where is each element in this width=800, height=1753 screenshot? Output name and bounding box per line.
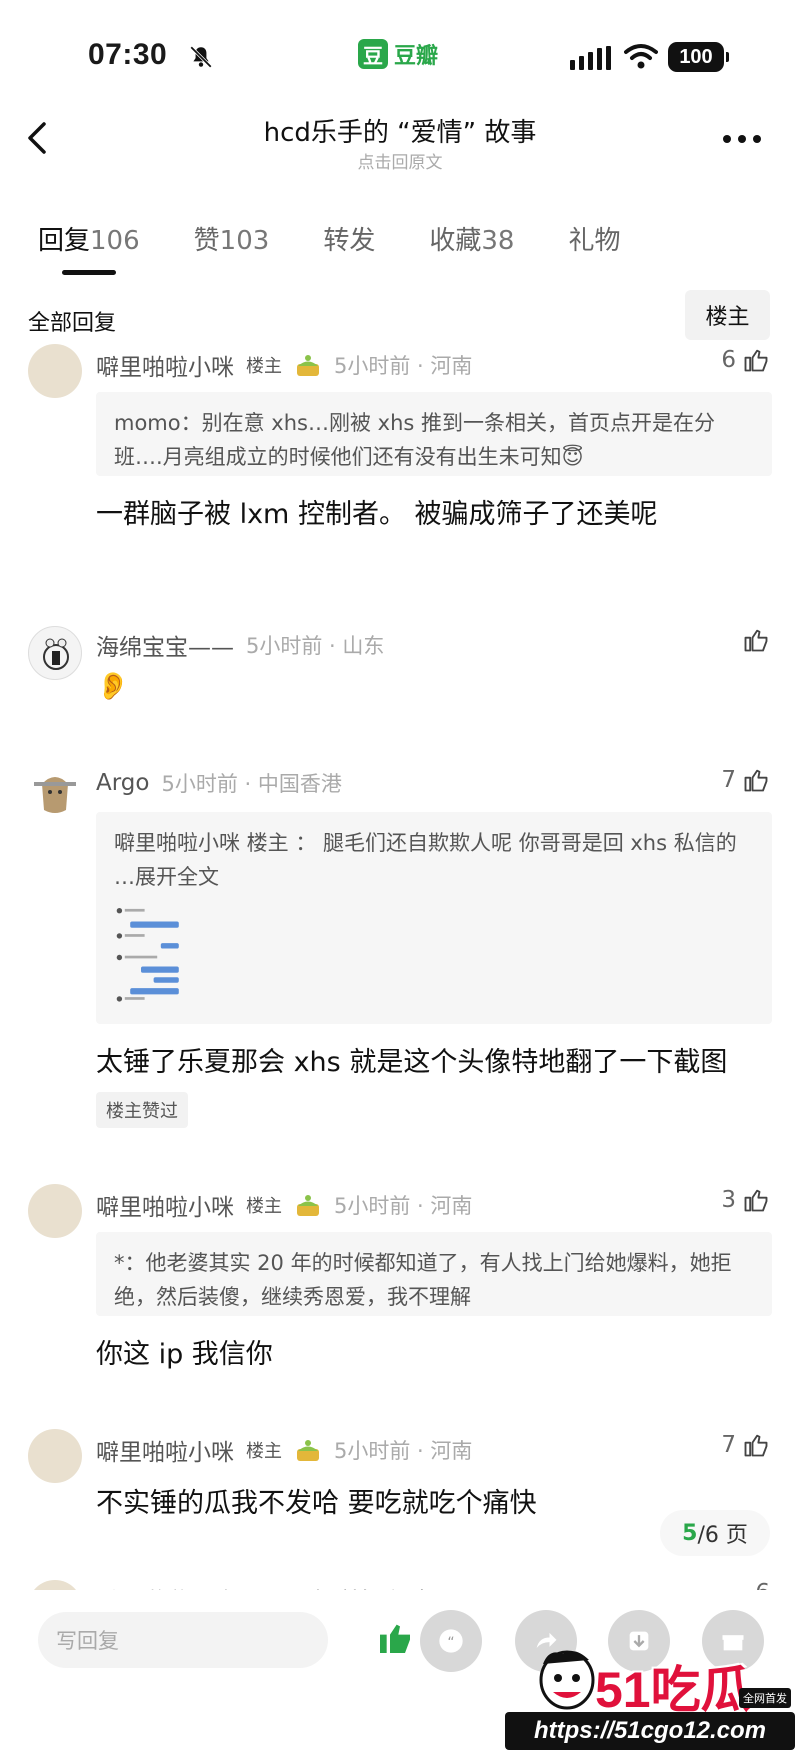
signal-icon	[570, 46, 611, 70]
quoted-reply[interactable]: *：他老婆其实 20 年的时候都知道了，有人找上门给她爆料，她拒绝，然后装傻，继…	[96, 1232, 772, 1316]
comment-author[interactable]: 噼里啪啦小咪	[96, 1188, 234, 1222]
status-bar: 07:30 豆 豆瓣 100	[0, 0, 800, 110]
owner-tag: 楼主	[246, 356, 282, 377]
like-count: 7	[721, 767, 736, 793]
page-title: hcd乐手的 “爱情” 故事	[263, 118, 537, 148]
comment-meta: 5小时前 · 河南	[334, 1194, 473, 1218]
owner-tag: 楼主	[246, 1441, 282, 1462]
avatar[interactable]	[28, 344, 82, 398]
comment-author[interactable]: 噼里啪啦小咪	[96, 1433, 234, 1467]
app-name: 豆瓣	[394, 44, 439, 69]
cake-badge-icon	[297, 1195, 319, 1216]
reply-input[interactable]: 写回复	[38, 1612, 328, 1668]
bell-muted-icon	[190, 46, 212, 68]
comment-text: 不实锤的瓜我不发哈 要吃就吃个痛快	[96, 1488, 537, 1519]
thumbs-up-icon	[744, 629, 768, 652]
tab-replies[interactable]: 回复106	[38, 220, 140, 257]
comment-text: 👂	[96, 671, 130, 702]
quoted-reply-text: 噼里啪啦小咪 楼主 ： 腿毛们还自欺欺人呢 你哥哥是回 xhs 私信的 …展开全…	[114, 831, 737, 889]
comment-text: 太锤了乐夏那会 xhs 就是这个头像特地翻了一下截图	[96, 1047, 728, 1078]
comment-item: Argo 5小时前 · 中国香港 7 噼里啪啦小咪 楼主 ： 腿毛们还自欺欺人呢…	[0, 760, 800, 1140]
owner-tag: 楼主	[246, 1196, 282, 1217]
tab-likes[interactable]: 赞103	[194, 220, 270, 257]
app-brand: 豆 豆瓣	[358, 38, 438, 70]
comment-text: 你这 ip 我信你	[96, 1339, 273, 1370]
more-icon[interactable]	[722, 134, 762, 144]
comment-item: 噼里啪啦小咪 楼主 5小时前 · 河南 6 momo：别在意 xhs…刚被 xh…	[0, 340, 800, 540]
avatar-image-icon	[34, 777, 76, 813]
comment-item: 海绵宝宝—— 5小时前 · 山东 👂	[0, 620, 800, 720]
comment-author[interactable]: 海绵宝宝——	[96, 628, 234, 662]
like-button[interactable]: 7	[721, 766, 770, 794]
tab-reposts[interactable]: 转发	[323, 220, 375, 257]
section-title: 全部回复	[28, 311, 117, 336]
tab-bar: 回复106 赞103 转发 收藏38 礼物	[38, 220, 620, 257]
tab-gifts[interactable]: 礼物	[568, 220, 620, 257]
like-count: 7	[721, 1432, 736, 1458]
thumbs-up-icon	[744, 349, 768, 372]
thumbs-up-icon[interactable]	[375, 1618, 415, 1658]
site-watermark: 51吃瓜 全网首发 https://51cgo12.com	[505, 1650, 795, 1753]
like-count: 3	[721, 1187, 736, 1213]
avatar[interactable]	[28, 1184, 82, 1238]
page-indicator[interactable]: 5/6 页	[660, 1510, 770, 1556]
comment-meta: 5小时前 · 河南	[334, 354, 473, 378]
douban-logo-icon: 豆	[358, 39, 388, 69]
comment-item: 噼里啪啦小咪 楼主 5小时前 · 河南 3 *：他老婆其实 20 年的时候都知道…	[0, 1180, 800, 1380]
avatar-image-icon	[43, 638, 69, 670]
comment-meta: 5小时前 · 河南	[334, 1439, 473, 1463]
comment-author[interactable]: Argo	[96, 770, 149, 796]
thumbs-up-icon	[744, 1189, 768, 1212]
comment-text: 一群脑子被 lxm 控制者。 被骗成筛子了还美呢	[96, 499, 658, 530]
comment-meta: 5小时前 · 中国香港	[161, 772, 342, 796]
screenshot-thumbnail[interactable]	[114, 898, 204, 1008]
tab-active-underline	[62, 270, 116, 275]
tab-favorites[interactable]: 收藏38	[429, 220, 514, 257]
watermark-tag: 全网首发	[739, 1688, 791, 1708]
avatar[interactable]	[28, 1429, 82, 1483]
like-button[interactable]: 3	[721, 1186, 770, 1214]
back-to-original-link[interactable]: 点击回原文	[0, 148, 800, 173]
like-count: 6	[721, 347, 736, 373]
like-button[interactable]: 6	[721, 346, 770, 374]
wifi-icon	[624, 44, 658, 69]
comment-button[interactable]: “	[420, 1610, 482, 1672]
like-button[interactable]: 7	[721, 1431, 770, 1459]
thumbs-up-icon	[744, 1434, 768, 1457]
comment-meta: 5小时前 · 山东	[246, 634, 385, 658]
watermark-url: https://51cgo12.com	[505, 1712, 795, 1750]
status-time: 07:30	[88, 38, 168, 71]
quoted-reply[interactable]: momo：别在意 xhs…刚被 xhs 推到一条相关，首页点开是在分班….月亮组…	[96, 392, 772, 476]
mascot-logo-icon	[539, 1650, 595, 1710]
owner-filter-button[interactable]: 楼主	[685, 290, 770, 340]
thumbs-up-icon	[744, 769, 768, 792]
avatar[interactable]	[28, 626, 82, 680]
comment-author[interactable]: 噼里啪啦小咪	[96, 348, 234, 382]
cake-badge-icon	[297, 355, 319, 376]
quote-icon: “	[439, 1629, 463, 1653]
owner-liked-badge: 楼主赞过	[96, 1092, 188, 1128]
avatar[interactable]	[28, 764, 82, 818]
svg-text:“: “	[447, 1635, 454, 1651]
quoted-reply[interactable]: 噼里啪啦小咪 楼主 ： 腿毛们还自欺欺人呢 你哥哥是回 xhs 私信的 …展开全…	[96, 812, 772, 1024]
battery-indicator: 100	[668, 42, 729, 72]
like-button[interactable]	[742, 626, 770, 654]
nav-bar: hcd乐手的 “爱情” 故事 点击回原文	[0, 100, 800, 180]
cake-badge-icon	[297, 1440, 319, 1461]
